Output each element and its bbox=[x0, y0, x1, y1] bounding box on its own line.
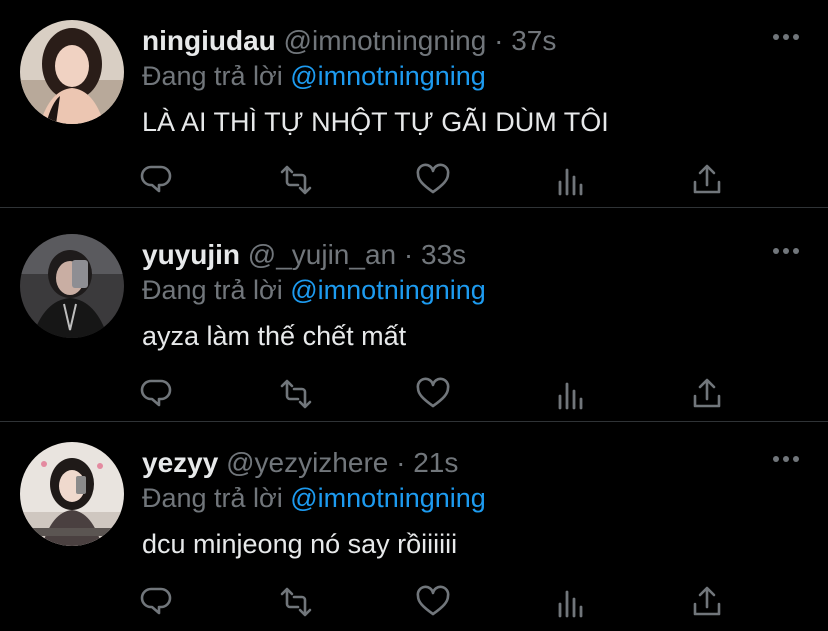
display-name[interactable]: yezyy bbox=[142, 447, 218, 478]
analytics-icon[interactable] bbox=[551, 374, 591, 414]
replying-label: Đang trả lời bbox=[142, 483, 291, 513]
replying-label: Đang trả lời bbox=[142, 275, 291, 305]
heart-icon[interactable] bbox=[413, 582, 453, 622]
reply-icon[interactable] bbox=[138, 582, 178, 622]
analytics-icon[interactable] bbox=[551, 160, 591, 200]
retweet-icon[interactable] bbox=[276, 374, 316, 414]
user-handle[interactable]: @imnotningning bbox=[284, 25, 487, 56]
tweet[interactable]: yuyujin @_yujin_an · 33s Đang trả lời @i… bbox=[0, 214, 828, 422]
replying-to: Đang trả lời @imnotningning bbox=[142, 481, 486, 515]
tweet[interactable]: yezyy @yezyizhere · 21s Đang trả lời @im… bbox=[0, 422, 828, 630]
display-name[interactable]: ningiudau bbox=[142, 25, 276, 56]
timestamp[interactable]: 33s bbox=[421, 239, 466, 270]
tweet-header: yezyy @yezyizhere · 21s bbox=[142, 446, 458, 480]
separator-dot: · bbox=[396, 447, 406, 478]
replying-label: Đang trả lời bbox=[142, 61, 291, 91]
tweet-text: dcu minjeong nó say rồiiiiii bbox=[142, 529, 458, 559]
action-bar bbox=[0, 582, 828, 622]
mention-link[interactable]: @imnotningning bbox=[290, 483, 486, 513]
heart-icon[interactable] bbox=[413, 374, 453, 414]
more-options-icon[interactable] bbox=[772, 244, 800, 258]
share-icon[interactable] bbox=[687, 374, 727, 414]
more-options-icon[interactable] bbox=[772, 30, 800, 44]
mention-link[interactable]: @imnotningning bbox=[290, 275, 486, 305]
reply-icon[interactable] bbox=[138, 160, 178, 200]
share-icon[interactable] bbox=[687, 582, 727, 622]
replying-to: Đang trả lời @imnotningning bbox=[142, 273, 486, 307]
separator-dot: · bbox=[494, 25, 504, 56]
avatar[interactable] bbox=[20, 234, 124, 338]
mention-link[interactable]: @imnotningning bbox=[290, 61, 486, 91]
display-name[interactable]: yuyujin bbox=[142, 239, 240, 270]
user-handle[interactable]: @yezyizhere bbox=[226, 447, 388, 478]
reply-icon[interactable] bbox=[138, 374, 178, 414]
tweet-text: ayza làm thế chết mất bbox=[142, 321, 407, 351]
share-icon[interactable] bbox=[687, 160, 727, 200]
tweet-text: LÀ AI THÌ TỰ NHỘT TỰ GÃI DÙM TÔI bbox=[142, 107, 609, 137]
more-options-icon[interactable] bbox=[772, 452, 800, 466]
action-bar bbox=[0, 160, 828, 200]
separator-dot: · bbox=[403, 239, 414, 270]
tweet-header: ningiudau @imnotningning · 37s bbox=[142, 24, 556, 58]
user-handle[interactable]: @_yujin_an bbox=[248, 239, 396, 270]
action-bar bbox=[0, 374, 828, 414]
heart-icon[interactable] bbox=[413, 160, 453, 200]
avatar[interactable] bbox=[20, 20, 124, 124]
tweet[interactable]: ningiudau @imnotningning · 37s Đang trả … bbox=[0, 0, 828, 208]
tweet-header: yuyujin @_yujin_an · 33s bbox=[142, 238, 466, 272]
avatar[interactable] bbox=[20, 442, 124, 546]
analytics-icon[interactable] bbox=[551, 582, 591, 622]
retweet-icon[interactable] bbox=[276, 160, 316, 200]
retweet-icon[interactable] bbox=[276, 582, 316, 622]
timestamp[interactable]: 21s bbox=[413, 447, 458, 478]
reply-feed: ningiudau @imnotningning · 37s Đang trả … bbox=[0, 0, 828, 631]
timestamp[interactable]: 37s bbox=[511, 25, 556, 56]
replying-to: Đang trả lời @imnotningning bbox=[142, 59, 486, 93]
